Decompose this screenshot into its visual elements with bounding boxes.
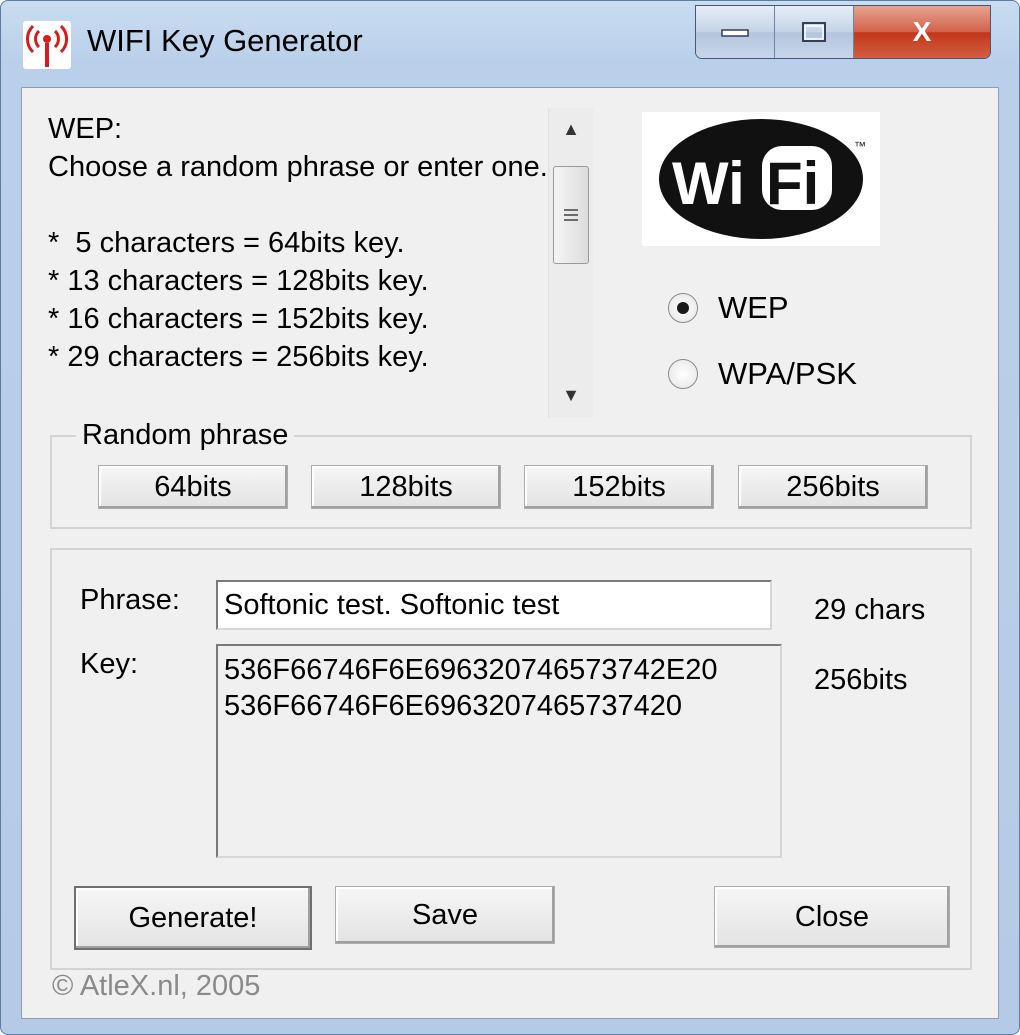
info-bullet: * 13 characters = 128bits key. bbox=[48, 265, 429, 297]
logo-text-left: Wi bbox=[672, 150, 745, 217]
random-152bits-button[interactable]: 152bits bbox=[524, 465, 714, 509]
title-bar[interactable]: WIFI Key Generator X bbox=[1, 1, 1019, 87]
logo-text-right: Fi bbox=[766, 150, 819, 217]
app-window: WIFI Key Generator X WEP: Choose a rando… bbox=[0, 0, 1020, 1035]
info-scrollbar[interactable]: ▲ ▼ bbox=[548, 108, 593, 418]
save-button[interactable]: Save bbox=[335, 886, 555, 944]
radio-wpa-psk[interactable]: WPA/PSK bbox=[668, 356, 857, 392]
random-256bits-button[interactable]: 256bits bbox=[738, 465, 928, 509]
key-line: 536F66746F6E6963207465737420 bbox=[224, 690, 682, 722]
logo-tm: ™ bbox=[854, 139, 866, 153]
phrase-input[interactable] bbox=[216, 580, 772, 630]
close-button[interactable]: Close bbox=[714, 886, 950, 948]
key-line: 536F66746F6E696320746573742E20 bbox=[224, 654, 718, 686]
minimize-button[interactable] bbox=[696, 6, 775, 58]
generate-button[interactable]: Generate! bbox=[74, 886, 312, 950]
maximize-icon bbox=[802, 22, 826, 42]
key-bit-length: 256bits bbox=[814, 664, 908, 696]
info-bullet: * 5 characters = 64bits key. bbox=[48, 227, 405, 259]
close-window-button[interactable]: X bbox=[854, 6, 990, 58]
radio-label: WEP bbox=[718, 290, 789, 325]
info-bullet: * 29 characters = 256bits key. bbox=[48, 341, 429, 373]
group-label: Random phrase bbox=[76, 419, 295, 452]
wifi-logo: Wi Fi ™ bbox=[642, 112, 880, 246]
radio-indicator[interactable] bbox=[668, 359, 698, 389]
radio-wep[interactable]: WEP bbox=[668, 290, 789, 326]
scroll-thumb[interactable] bbox=[553, 166, 589, 264]
minimize-icon bbox=[721, 29, 749, 37]
phrase-label: Phrase: bbox=[80, 584, 180, 616]
info-heading: WEP: bbox=[48, 113, 123, 145]
radio-label: WPA/PSK bbox=[718, 356, 857, 391]
random-phrase-group: Random phrase 64bits 128bits 152bits 256… bbox=[50, 419, 972, 529]
grip-icon bbox=[564, 209, 578, 221]
key-output[interactable]: 536F66746F6E696320746573742E20 536F66746… bbox=[216, 644, 782, 858]
close-icon: X bbox=[912, 16, 932, 47]
info-description: Choose a random phrase or enter one. bbox=[48, 151, 548, 183]
maximize-button[interactable] bbox=[775, 6, 854, 58]
info-text: WEP: Choose a random phrase or enter one… bbox=[48, 110, 548, 376]
random-128bits-button[interactable]: 128bits bbox=[311, 465, 501, 509]
key-panel: Phrase: 29 chars Key: 536F66746F6E696320… bbox=[50, 548, 972, 970]
scroll-down-icon[interactable]: ▼ bbox=[549, 380, 593, 410]
random-64bits-button[interactable]: 64bits bbox=[98, 465, 288, 509]
scroll-up-icon[interactable]: ▲ bbox=[549, 114, 593, 144]
phrase-char-count: 29 chars bbox=[814, 594, 926, 626]
window-controls: X bbox=[695, 5, 991, 59]
client-area: WEP: Choose a random phrase or enter one… bbox=[21, 87, 999, 1019]
copyright-text: © AtleX.nl, 2005 bbox=[52, 970, 261, 1002]
radio-indicator[interactable] bbox=[668, 293, 698, 323]
key-label: Key: bbox=[80, 648, 139, 680]
antenna-icon bbox=[23, 21, 71, 69]
info-bullet: * 16 characters = 152bits key. bbox=[48, 303, 429, 335]
window-title: WIFI Key Generator bbox=[87, 23, 363, 58]
